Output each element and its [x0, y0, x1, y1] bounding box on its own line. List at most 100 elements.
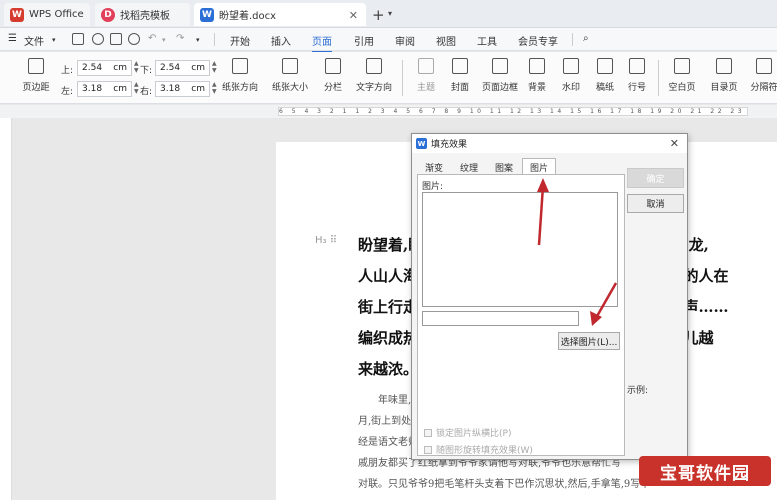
- background-button[interactable]: 背景: [520, 56, 554, 93]
- vertical-ruler[interactable]: [0, 118, 12, 500]
- spinner-icon[interactable]: ▲ ▼: [134, 81, 139, 95]
- close-icon[interactable]: ✕: [670, 137, 679, 150]
- redo-icon[interactable]: ↷: [176, 33, 184, 44]
- text-direction-icon: [366, 58, 382, 74]
- dialog-title-bar[interactable]: W 填充效果 ✕: [412, 134, 687, 153]
- bottom-margin-input[interactable]: 2.54 cm: [155, 60, 210, 76]
- button-label: 行号: [627, 83, 646, 93]
- picture-preview: [422, 192, 618, 307]
- preview-icon[interactable]: [128, 33, 140, 45]
- margins-button[interactable]: 页边距: [14, 56, 58, 93]
- tab-gradient[interactable]: 渐变: [417, 158, 451, 174]
- hamburger-icon[interactable]: ☰: [8, 33, 17, 44]
- wps-logo-icon: W: [10, 7, 24, 22]
- cancel-button[interactable]: 取消: [627, 194, 684, 213]
- chevron-down-icon[interactable]: ▾: [388, 9, 392, 18]
- tab-pattern[interactable]: 图案: [487, 158, 521, 174]
- left-margin-input[interactable]: 3.18 cm: [77, 81, 132, 97]
- menu-review[interactable]: 审阅: [395, 33, 415, 48]
- margins-icon: [28, 58, 44, 74]
- chevron-down-icon[interactable]: ▾: [52, 36, 56, 44]
- theme-icon: [418, 58, 434, 74]
- tab-picture[interactable]: 图片: [522, 158, 557, 174]
- close-tab-icon[interactable]: ✕: [349, 9, 358, 22]
- orientation-button[interactable]: 纸张方向: [218, 56, 262, 93]
- ok-button[interactable]: 确定: [627, 168, 684, 188]
- divider: [214, 33, 215, 46]
- checkbox-label: 锁定图片纵横比(P): [436, 429, 512, 439]
- chevron-down-icon[interactable]: ▾: [162, 36, 166, 44]
- margins-label: 页边距: [22, 83, 50, 93]
- right-margin-input[interactable]: 3.18 cm: [155, 81, 210, 97]
- dialog-title: 填充效果: [431, 140, 468, 150]
- button-label: 页面边框: [481, 83, 518, 93]
- separator-button[interactable]: 分隔符: [744, 56, 777, 93]
- columns-icon: [325, 58, 341, 74]
- choose-picture-button[interactable]: 选择图片(L)...: [558, 332, 620, 350]
- watermark-button[interactable]: 水印: [554, 56, 588, 93]
- undo-icon[interactable]: ↶: [148, 33, 156, 44]
- picture-label: 图片:: [422, 182, 444, 192]
- print-icon[interactable]: [110, 33, 122, 45]
- background-icon: [529, 58, 545, 74]
- separator-icon: [756, 58, 772, 74]
- top-margin-input[interactable]: 2.54 cm: [77, 60, 132, 76]
- word-doc-icon: W: [416, 138, 427, 149]
- line-numbers-button[interactable]: 行号: [620, 56, 654, 93]
- page-border-button[interactable]: 页面边框: [477, 56, 523, 93]
- paper-size-icon: [282, 58, 298, 74]
- dialog-tabs: 渐变 纹理 图案 图片: [417, 158, 557, 174]
- tab-label: 盼望着.docx: [219, 11, 277, 22]
- tab-wps-office[interactable]: W WPS Office: [4, 3, 90, 26]
- save-icon[interactable]: [72, 33, 84, 45]
- menu-tools[interactable]: 工具: [477, 33, 497, 48]
- menu-references[interactable]: 引用: [354, 33, 374, 48]
- menu-file[interactable]: 文件: [24, 33, 44, 48]
- rotate-fill-checkbox[interactable]: 随图形旋转填充效果(W): [424, 443, 533, 456]
- button-label: 目录页: [710, 83, 738, 93]
- heading-drag-handle-icon[interactable]: H₃ ⠿: [315, 235, 337, 246]
- unit: cm: [191, 63, 205, 73]
- menu-view[interactable]: 视图: [436, 33, 456, 48]
- cover-button[interactable]: 封面: [440, 56, 480, 93]
- left-margin-label: 左:: [61, 87, 74, 97]
- tab-texture[interactable]: 纹理: [452, 158, 486, 174]
- spinner-icon[interactable]: ▲ ▼: [212, 81, 217, 95]
- cover-icon: [452, 58, 468, 74]
- menu-page[interactable]: 页面: [312, 33, 332, 53]
- columns-button[interactable]: 分栏: [311, 56, 355, 93]
- right-margin-value: 3.18: [160, 84, 181, 94]
- horizontal-ruler[interactable]: 6 5 4 3 2 1 1 2 3 4 5 6 7 8 9 10 11 12 1…: [0, 105, 777, 118]
- blank-page-button[interactable]: 空白页: [662, 56, 702, 93]
- tab-daoke-templates[interactable]: D 找稻壳模板: [95, 3, 190, 26]
- button-label: 封面: [450, 83, 469, 93]
- ruler-scale: 6 5 4 3 2 1 1 2 3 4 5 6 7 8 9 10 11 12 1…: [278, 107, 748, 116]
- menu-insert[interactable]: 插入: [271, 33, 291, 48]
- unit: cm: [113, 63, 127, 73]
- button-label: 空白页: [668, 83, 696, 93]
- button-label: 纸张方向: [221, 83, 258, 93]
- spinner-icon[interactable]: ▲ ▼: [134, 60, 139, 74]
- spinner-icon[interactable]: ▲ ▼: [212, 60, 217, 74]
- lock-ratio-checkbox[interactable]: 锁定图片纵横比(P): [424, 426, 511, 439]
- site-watermark-logo: 宝哥软件园: [639, 456, 771, 486]
- left-margin-value: 3.18: [82, 84, 103, 94]
- blank-page-icon: [674, 58, 690, 74]
- manuscript-button[interactable]: 稿纸: [588, 56, 622, 93]
- bottom-margin-value: 2.54: [160, 63, 181, 73]
- button-label: 分隔符: [750, 83, 777, 93]
- word-doc-icon: W: [200, 7, 214, 22]
- new-tab-icon[interactable]: +: [372, 6, 385, 24]
- toc-page-button[interactable]: 目录页: [704, 56, 744, 93]
- export-icon[interactable]: [92, 33, 104, 45]
- menu-home[interactable]: 开始: [230, 33, 250, 48]
- chevron-down-icon[interactable]: ▾: [196, 36, 200, 44]
- paper-size-button[interactable]: 纸张大小: [268, 56, 312, 93]
- unit: cm: [113, 84, 127, 94]
- menu-member[interactable]: 会员专享: [518, 33, 558, 48]
- button-label: 稿纸: [595, 83, 614, 93]
- page-border-icon: [492, 58, 508, 74]
- text-direction-button[interactable]: 文字方向: [352, 56, 396, 93]
- tab-document[interactable]: W 盼望着.docx ✕: [194, 3, 366, 26]
- search-icon[interactable]: ⌕: [583, 33, 589, 44]
